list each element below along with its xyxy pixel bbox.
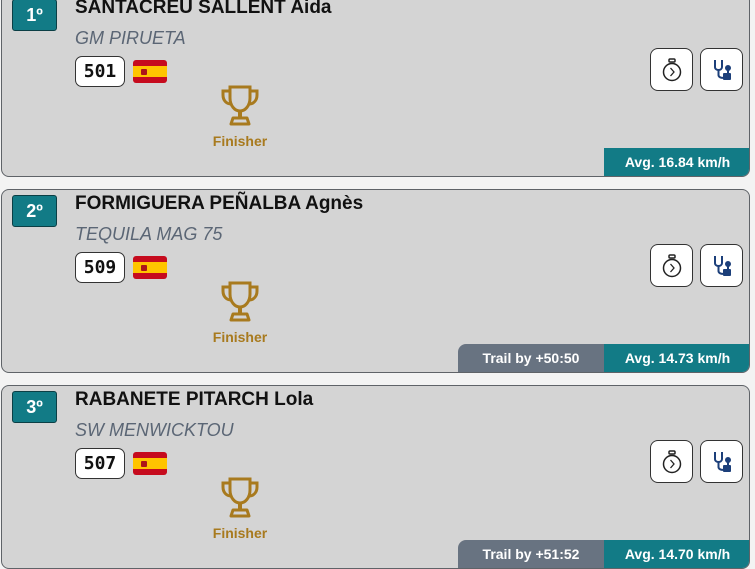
rider-card[interactable]: 1º SANTACREU SALLENT Aida GM PIRUETA 501…: [1, 0, 750, 177]
medical-button[interactable]: [700, 440, 743, 483]
team-name: SW MENWICKTOU: [75, 420, 234, 440]
position-badge: 1º: [12, 0, 57, 31]
average-speed: Avg. 16.84 km/h: [604, 148, 749, 176]
finisher-label: Finisher: [212, 329, 268, 345]
team-name: TEQUILA MAG 75: [75, 224, 223, 244]
rider-card[interactable]: 2º FORMIGUERA PEÑALBA Agnès TEQUILA MAG …: [1, 189, 750, 373]
rider-name: FORMIGUERA PEÑALBA Agnès: [75, 193, 364, 214]
stopwatch-icon: [662, 449, 681, 473]
bib-number: 507: [75, 448, 125, 479]
medical-button[interactable]: [700, 48, 743, 91]
spain-flag-icon: [133, 452, 167, 475]
position-badge: 2º: [12, 195, 57, 227]
trophy-icon: [221, 477, 259, 518]
stethoscope-icon: [713, 255, 731, 276]
trophy-icon: [221, 85, 259, 126]
bib-number: 509: [75, 252, 125, 283]
medical-button[interactable]: [700, 244, 743, 287]
average-speed: Avg. 14.73 km/h: [604, 344, 749, 372]
trophy-icon: [221, 281, 259, 322]
bib-number: 501: [75, 56, 125, 87]
team-name: GM PIRUETA: [75, 28, 186, 48]
finisher-label: Finisher: [212, 133, 268, 149]
stopwatch-icon: [662, 253, 681, 277]
spain-flag-icon: [133, 256, 167, 279]
rider-name: SANTACREU SALLENT Aida: [75, 0, 332, 18]
rider-card[interactable]: 3º RABANETE PITARCH Lola SW MENWICKTOU 5…: [1, 385, 750, 569]
position-badge: 3º: [12, 391, 57, 423]
stopwatch-icon: [662, 57, 681, 81]
stethoscope-icon: [713, 59, 731, 80]
rider-name: RABANETE PITARCH Lola: [75, 389, 314, 410]
stethoscope-icon: [713, 451, 731, 472]
finisher-label: Finisher: [212, 525, 268, 541]
trail-gap: Trail by +50:50: [458, 344, 604, 372]
timer-button[interactable]: [650, 440, 693, 483]
timer-button[interactable]: [650, 244, 693, 287]
timer-button[interactable]: [650, 48, 693, 91]
spain-flag-icon: [133, 60, 167, 83]
